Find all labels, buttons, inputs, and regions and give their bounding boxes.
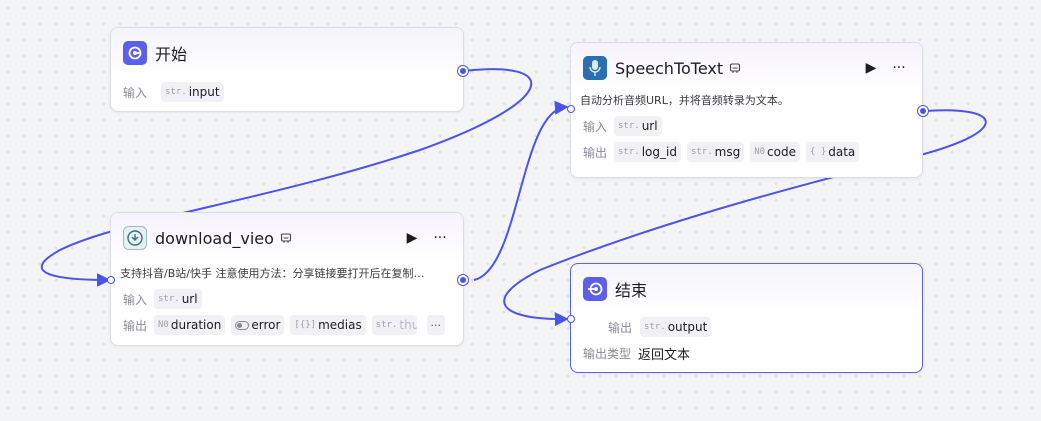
type-str-icon: str. bbox=[375, 320, 398, 330]
param-tag-medias: [{}] medias bbox=[290, 315, 366, 335]
start-icon bbox=[123, 41, 147, 65]
speech-output-row: 输出 str. log_id str. msg N0 code { } data bbox=[580, 139, 910, 165]
param-tag-url: str. url bbox=[154, 289, 202, 309]
more-outputs-button[interactable]: ··· bbox=[426, 315, 445, 335]
end-output-type-row: 输出类型 返回文本 bbox=[571, 340, 910, 366]
param-tag-url: str. url bbox=[614, 116, 662, 136]
param-name: code bbox=[767, 145, 796, 159]
download-vieo-node[interactable]: download_vieo ▶ ··· 支持抖音/B站/快手 注意使用方法：分享… bbox=[107, 212, 468, 346]
param-tag-output: str. output bbox=[640, 317, 712, 337]
param-tag-error: error bbox=[231, 315, 285, 335]
end-input-port[interactable] bbox=[567, 315, 575, 323]
download-node-description: 支持抖音/B站/快手 注意使用方法：分享链接要打开后在复制… bbox=[120, 267, 425, 280]
download-output-label: 输出 bbox=[123, 318, 148, 333]
type-object-icon: { } bbox=[809, 147, 827, 157]
param-tag-log-id: str. log_id bbox=[614, 142, 681, 162]
type-array-icon: [{}] bbox=[294, 320, 317, 330]
speech-input-label: 输入 bbox=[583, 119, 608, 134]
download-input-label: 输入 bbox=[123, 292, 148, 307]
workflow-canvas[interactable]: 开始 输入 str. input SpeechToText ▶ ··· 自动分析… bbox=[0, 0, 1041, 421]
type-number-icon: N0 bbox=[754, 147, 766, 157]
download-output-port[interactable] bbox=[458, 275, 468, 285]
end-node[interactable]: 结束 输出 str. output 输出类型 返回文本 bbox=[567, 263, 923, 373]
end-output-type-label: 输出类型 bbox=[583, 346, 632, 361]
more-options-button[interactable]: ··· bbox=[888, 57, 910, 79]
type-str-icon: str. bbox=[618, 147, 640, 157]
param-name: data bbox=[828, 145, 856, 159]
speech-output-port[interactable] bbox=[918, 106, 928, 116]
param-tag-msg: str. msg bbox=[686, 142, 745, 162]
param-name: url bbox=[641, 119, 658, 133]
more-options-button[interactable]: ··· bbox=[429, 227, 451, 249]
video-download-icon bbox=[123, 226, 147, 250]
type-str-icon: str. bbox=[165, 87, 187, 97]
param-name: error bbox=[251, 318, 281, 332]
start-node-title: 开始 bbox=[155, 45, 188, 64]
type-str-icon: str. bbox=[690, 147, 713, 157]
param-name: msg bbox=[714, 145, 741, 159]
param-name: input bbox=[188, 85, 220, 99]
param-tag-duration: N0 duration bbox=[154, 315, 226, 335]
download-node-title: download_vieo bbox=[155, 228, 274, 248]
run-button[interactable]: ▶ bbox=[860, 57, 882, 79]
speech-node-description: 自动分析音频URL，并将音频转录为文本。 bbox=[580, 94, 789, 107]
speech-node-header: SpeechToText ▶ ··· bbox=[571, 43, 922, 93]
type-str-icon: str. bbox=[644, 322, 666, 332]
speech-node-title: SpeechToText bbox=[615, 58, 724, 78]
download-input-port[interactable] bbox=[107, 276, 115, 284]
type-str-icon: str. bbox=[618, 121, 640, 131]
type-str-icon: str. bbox=[158, 294, 180, 304]
speech-input-row: 输入 str. url bbox=[580, 113, 910, 139]
param-tag-thum: str. thum bbox=[371, 315, 417, 335]
start-node[interactable]: 开始 输入 str. input bbox=[110, 27, 468, 112]
param-name: medias bbox=[318, 318, 362, 332]
speech-output-label: 输出 bbox=[583, 145, 608, 160]
start-node-header: 开始 bbox=[111, 28, 463, 78]
run-button[interactable]: ▶ bbox=[401, 227, 423, 249]
end-node-header: 结束 bbox=[571, 264, 922, 314]
download-node-header: download_vieo ▶ ··· bbox=[111, 213, 463, 263]
end-node-title: 结束 bbox=[615, 281, 648, 300]
param-name: url bbox=[181, 292, 198, 306]
end-output-label: 输出 bbox=[607, 320, 632, 335]
param-name: output bbox=[667, 320, 708, 334]
param-name: thum bbox=[399, 318, 417, 332]
speech-to-text-node[interactable]: SpeechToText ▶ ··· 自动分析音频URL，并将音频转录为文本。 … bbox=[567, 42, 928, 178]
plugin-badge-icon bbox=[280, 233, 291, 243]
param-tag-data: { } data bbox=[805, 142, 860, 162]
download-output-row: 输出 N0 duration error [{}] medias str. th… bbox=[120, 312, 451, 338]
start-output-port[interactable] bbox=[458, 66, 468, 76]
param-tag-input: str. input bbox=[161, 82, 224, 102]
type-number-icon: N0 bbox=[158, 320, 169, 330]
edge-download-to-speech[interactable] bbox=[473, 100, 569, 281]
toggle-boolean-icon bbox=[235, 320, 250, 330]
download-input-row: 输入 str. url bbox=[120, 286, 451, 312]
end-output-row: 输出 str. output bbox=[571, 314, 910, 340]
end-output-type-value: 返回文本 bbox=[638, 347, 691, 363]
speech-input-port[interactable] bbox=[567, 105, 575, 113]
start-input-row: 输入 str. input bbox=[123, 79, 451, 105]
param-name: duration bbox=[170, 318, 222, 332]
param-tag-code: N0 code bbox=[750, 142, 800, 162]
plugin-badge-icon bbox=[730, 63, 741, 73]
param-name: log_id bbox=[641, 145, 677, 159]
microphone-icon bbox=[583, 56, 607, 80]
end-icon bbox=[583, 277, 607, 301]
start-input-label: 输入 bbox=[123, 85, 148, 100]
